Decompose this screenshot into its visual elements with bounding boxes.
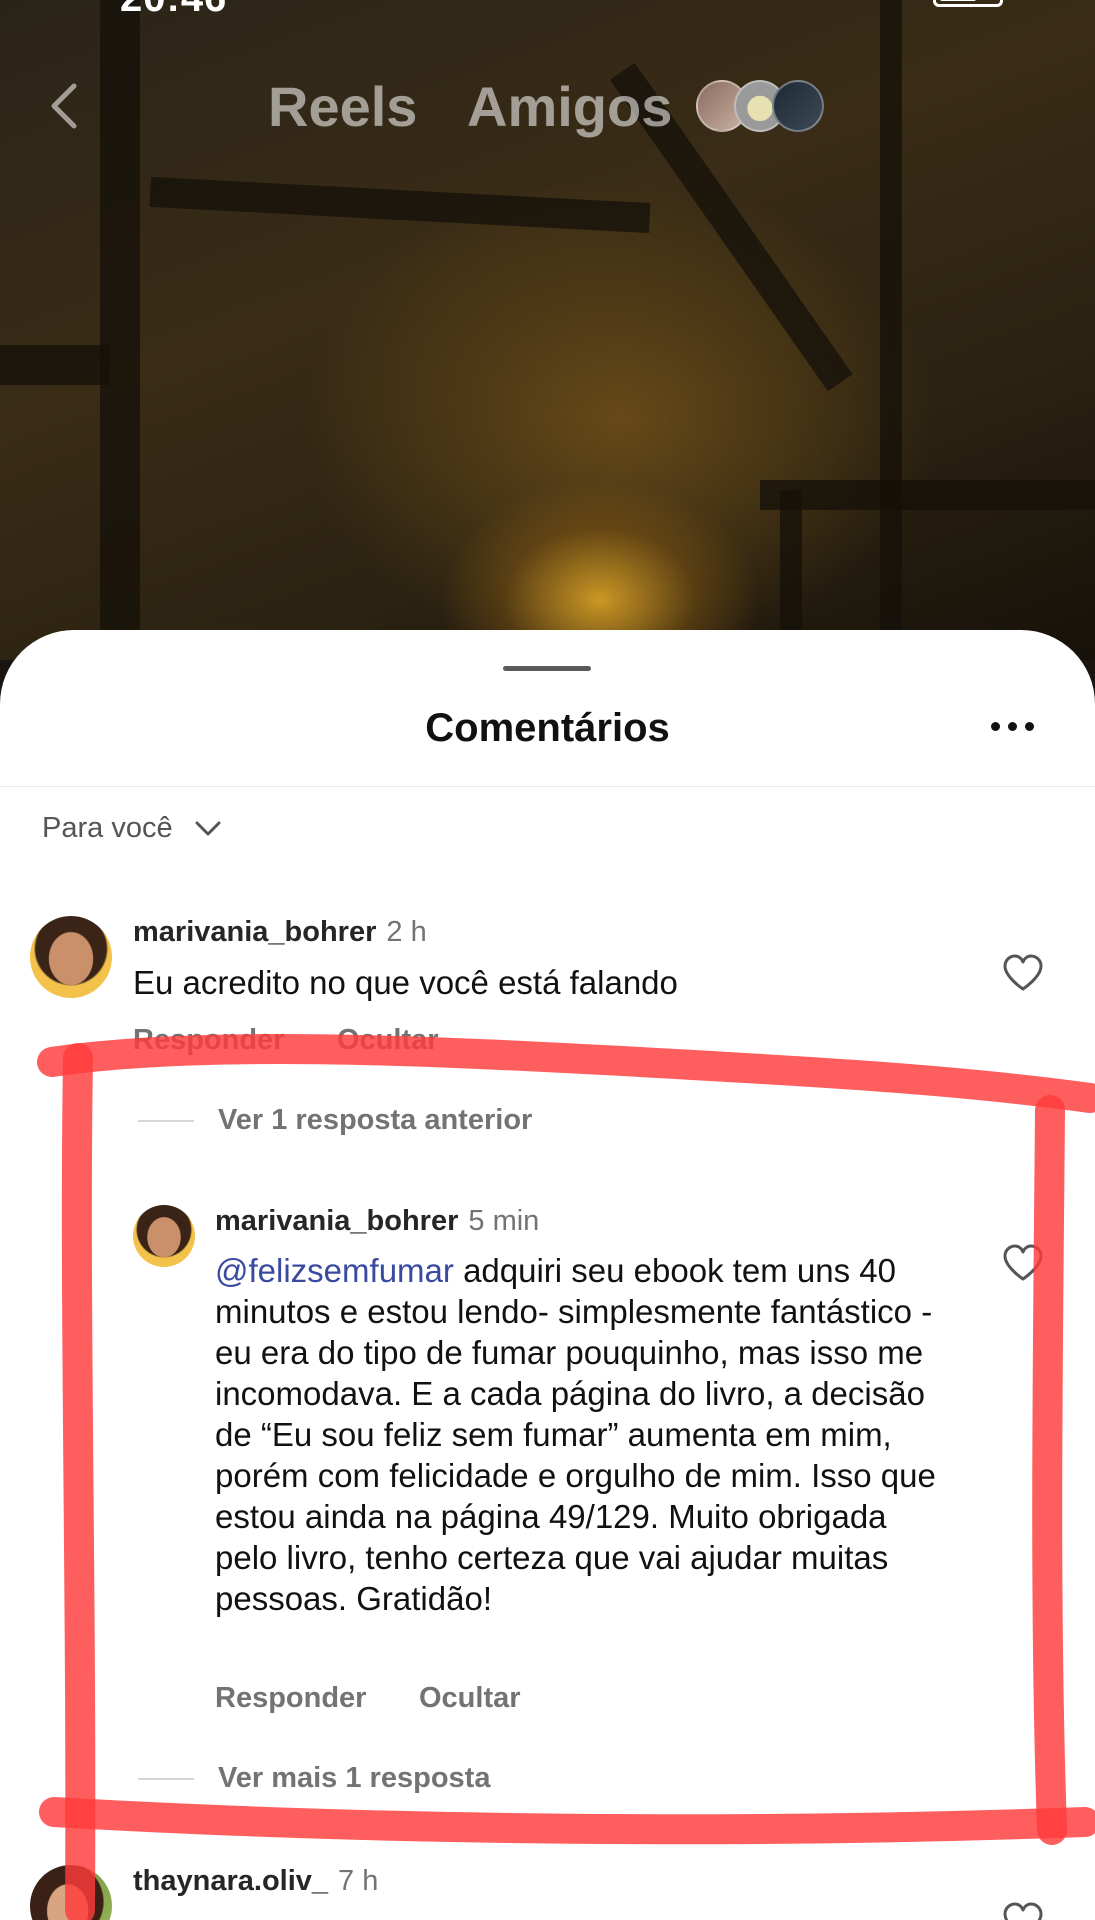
sheet-title: Comentários xyxy=(425,706,670,750)
comment-text: Eu acredito no que você está falando xyxy=(133,964,678,1001)
view-more-replies-button[interactable]: Ver mais 1 resposta xyxy=(218,1762,490,1795)
avatar xyxy=(772,80,824,132)
battery-icon xyxy=(933,0,1003,7)
reply-button[interactable]: Responder xyxy=(215,1682,366,1715)
hide-button[interactable]: Ocultar xyxy=(337,1024,439,1057)
comment-author[interactable]: marivania_bohrer 5 min xyxy=(215,1205,539,1238)
avatar[interactable] xyxy=(30,916,112,998)
divider xyxy=(0,786,1095,787)
username[interactable]: marivania_bohrer xyxy=(215,1205,458,1237)
reel-video-background[interactable]: 20:46 Reels Amigos xyxy=(0,0,1095,660)
reply-button[interactable]: Responder xyxy=(133,1024,284,1057)
avatar[interactable] xyxy=(133,1205,195,1267)
video-decor-beam xyxy=(760,480,1095,510)
tab-amigos[interactable]: Amigos xyxy=(467,74,672,139)
status-time: 20:46 xyxy=(120,0,227,21)
comment-time: 5 min xyxy=(468,1205,540,1237)
filter-label: Para você xyxy=(42,812,173,844)
reels-header: Reels Amigos xyxy=(0,60,1095,150)
username[interactable]: thaynara.oliv_ xyxy=(133,1865,328,1897)
comment-author[interactable]: thaynara.oliv_ 7 h xyxy=(133,1865,378,1898)
video-decor-beam xyxy=(149,176,651,234)
divider xyxy=(138,1120,194,1122)
divider xyxy=(138,1778,194,1780)
hide-button[interactable]: Ocultar xyxy=(419,1682,521,1715)
avatar[interactable] xyxy=(30,1865,112,1920)
comment-time: 7 h xyxy=(338,1865,379,1897)
more-options-icon[interactable] xyxy=(991,722,1035,736)
comment-filter-dropdown[interactable]: Para você xyxy=(42,812,221,845)
chevron-down-icon xyxy=(195,821,221,835)
comment-text: @felizsemfumar adquiri seu ebook tem uns… xyxy=(215,1250,953,1619)
heart-icon[interactable] xyxy=(1002,954,1044,992)
tab-reels[interactable]: Reels xyxy=(268,74,417,139)
comments-sheet: Comentários Para você marivania_bohrer 2 … xyxy=(0,630,1095,1920)
video-decor-beam xyxy=(0,345,110,385)
comment-time: 2 h xyxy=(386,916,427,948)
comment-author[interactable]: marivania_bohrer 2 h xyxy=(133,916,427,949)
mention-link[interactable]: @felizsemfumar xyxy=(215,1252,454,1289)
sheet-drag-handle[interactable] xyxy=(503,666,591,671)
heart-icon[interactable] xyxy=(1002,1244,1044,1282)
username[interactable]: marivania_bohrer xyxy=(133,916,376,948)
view-previous-replies-button[interactable]: Ver 1 resposta anterior xyxy=(218,1104,532,1137)
heart-icon[interactable] xyxy=(1002,1902,1044,1920)
comment-body: adquiri seu ebook tem uns 40 minutos e e… xyxy=(215,1252,936,1617)
back-arrow-icon[interactable] xyxy=(44,82,84,130)
